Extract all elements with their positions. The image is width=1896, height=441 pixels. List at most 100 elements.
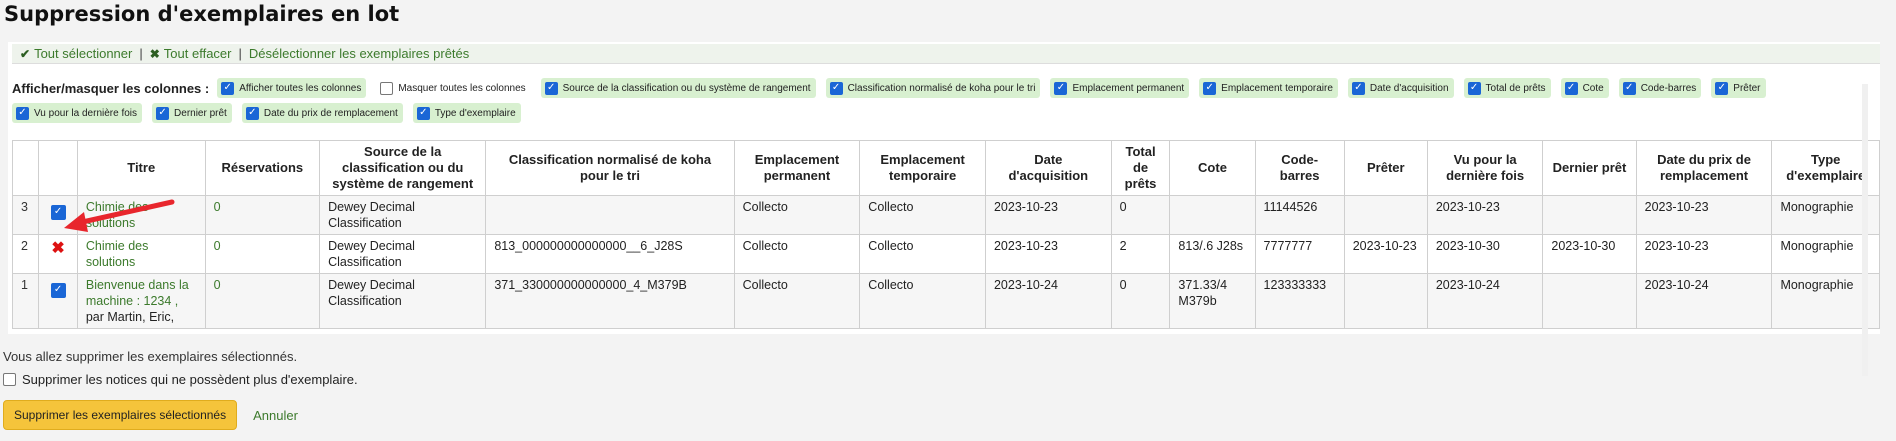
column-toggle-checkbox[interactable]: ✓	[245, 106, 259, 120]
column-toggle-checkbox[interactable]: ✓	[829, 81, 843, 95]
row-checkbox[interactable]: ✓	[50, 282, 66, 298]
column-toggle-checkbox[interactable]	[380, 81, 394, 95]
cell-seen: 2023-10-24	[1426, 273, 1544, 329]
column-toggle-checkbox[interactable]: ✓	[544, 81, 558, 95]
column-toggle-checkbox[interactable]: ✓	[1467, 81, 1481, 95]
cell-reservations[interactable]: 0	[204, 234, 321, 274]
column-toggle-chip[interactable]: ✓ Prêter	[1711, 78, 1766, 98]
delete-records-checkbox[interactable]	[3, 373, 16, 386]
cell-reservations[interactable]: 0	[204, 195, 321, 235]
column-toggle-bar: Afficher/masquer les colonnes : ✓ Affiche…	[12, 78, 1880, 123]
cell-temp: Collecto	[859, 234, 986, 274]
cell-perm: Collecto	[733, 273, 861, 329]
column-toggle-checkbox[interactable]: ✓	[221, 81, 235, 95]
column-toggle-chip[interactable]: ✓ Emplacement permanent	[1050, 78, 1190, 98]
column-header[interactable]: Emplacement temporaire	[859, 140, 986, 196]
column-toggle-text: Classification normalisé de koha pour le…	[847, 82, 1036, 94]
column-toggle-chip[interactable]: ✓ Dernier prêt	[152, 103, 232, 123]
column-toggle-chip[interactable]: ✓ Code-barres	[1618, 78, 1702, 98]
column-header[interactable]: Réservations	[204, 140, 321, 196]
column-header[interactable]: Cote	[1169, 140, 1256, 196]
column-toggle-chip[interactable]: ✓ Afficher toutes les colonnes	[217, 78, 367, 98]
column-toggle-chip[interactable]: ✓ Date du prix de remplacement	[241, 103, 403, 123]
clear-all-link[interactable]: ✖ Tout effacer	[150, 46, 232, 61]
column-toggle-chip[interactable]: ✓ Emplacement temporaire	[1199, 78, 1338, 98]
column-toggle-chip[interactable]: ✓ Type d'exemplaire	[412, 103, 521, 123]
column-header[interactable]: Date d'acquisition	[984, 140, 1112, 196]
title-link[interactable]: Chimie des solutions	[86, 200, 149, 230]
header-blank	[11, 140, 40, 196]
cell-reservations[interactable]: 0	[204, 273, 321, 329]
cell-loaned: 2023-10-23	[1343, 234, 1428, 274]
close-icon: ✖	[149, 46, 160, 61]
table-row: 1 ✓ Bienvenue dans la machine : 1234 , par …	[11, 273, 1880, 329]
column-toggle-checkbox[interactable]: ✓	[156, 106, 170, 120]
column-header[interactable]: Emplacement permanent	[733, 140, 861, 196]
column-header[interactable]: Date du prix de remplacement	[1635, 140, 1773, 196]
row-checkbox[interactable]: ✓	[50, 204, 66, 220]
column-toggle-checkbox[interactable]: ✓	[16, 106, 29, 120]
column-header[interactable]: Total de prêts	[1110, 140, 1171, 196]
column-toggle-checkbox[interactable]: ✓	[1564, 81, 1578, 95]
delete-records-option[interactable]: Supprimer les notices qui ne possèdent p…	[3, 372, 358, 387]
cell-seen: 2023-10-23	[1426, 195, 1544, 235]
column-toggle-text: Emplacement temporaire	[1221, 82, 1333, 94]
table-header-row: Titre Réservations Source de la classifica…	[11, 140, 1880, 196]
cell-last-loan	[1542, 273, 1637, 329]
column-toggle-chip[interactable]: Masquer toutes les colonnes	[376, 78, 530, 98]
column-toggle-checkbox[interactable]: ✓	[1054, 81, 1068, 95]
clear-all-label: Tout effacer	[163, 46, 232, 61]
cancel-link[interactable]: Annuler	[253, 408, 298, 423]
cell-issues: 2	[1110, 234, 1171, 274]
column-toggle-label: Afficher/masquer les colonnes :	[12, 80, 210, 96]
cell-source: Dewey Decimal Classification	[319, 234, 487, 274]
column-toggle-chip[interactable]: ✓ Total de prêts	[1463, 78, 1551, 98]
row-number: 1	[11, 273, 40, 329]
column-toggle-text: Vu pour la dernière fois	[34, 107, 138, 119]
column-toggle-text: Cote	[1582, 82, 1604, 94]
column-toggle-text: Type d'exemplaire	[434, 107, 516, 119]
cell-seen: 2023-10-30	[1426, 234, 1544, 274]
cell-repl-date: 2023-10-24	[1635, 273, 1773, 329]
check-icon: ✔	[20, 46, 31, 61]
column-toggle-chip[interactable]: ✓ Source de la classification ou du systè…	[540, 78, 816, 98]
column-toggle-checkbox[interactable]: ✓	[1203, 81, 1217, 95]
selection-toolbar: ✔ Tout sélectionner | ✖ Tout effacer | D…	[12, 44, 1880, 64]
column-toggle-checkbox[interactable]: ✓	[1715, 81, 1729, 95]
column-header[interactable]: Code-barres	[1254, 140, 1345, 196]
cell-repl-date: 2023-10-23	[1635, 234, 1773, 274]
column-header[interactable]: Titre	[76, 140, 206, 196]
column-header[interactable]: Vu pour la dernière fois	[1426, 140, 1544, 196]
column-toggle-text: Date d'acquisition	[1369, 82, 1449, 94]
select-all-label: Tout sélectionner	[34, 46, 133, 61]
delete-items-button[interactable]: Supprimer les exemplaires sélectionnés	[3, 400, 238, 430]
deselect-loaned-link[interactable]: Désélectionner les exemplaires prêtés	[249, 46, 469, 61]
column-toggle-text: Dernier prêt	[174, 107, 227, 119]
column-toggle-chip[interactable]: ✓ Cote	[1560, 78, 1609, 98]
column-toggle-checkbox[interactable]: ✓	[1622, 81, 1636, 95]
column-toggle-checkbox[interactable]: ✓	[1351, 81, 1365, 95]
table-row: 2 ✖ Chimie des solutions 0 Dewey Decimal Cla…	[11, 234, 1880, 274]
separator: |	[139, 46, 143, 61]
scrollbar[interactable]	[1862, 84, 1868, 376]
column-header[interactable]: Prêter	[1343, 140, 1428, 196]
column-header[interactable]: Classification normalisé de koha pour le…	[485, 140, 735, 196]
select-all-link[interactable]: ✔ Tout sélectionner	[20, 46, 132, 61]
author: par Martin, Eric,	[85, 310, 175, 324]
cell-temp: Collecto	[859, 195, 986, 235]
title-link[interactable]: Bienvenue dans la machine : 1234 ,	[86, 278, 189, 308]
column-toggle-chip[interactable]: ✓ Date d'acquisition	[1347, 78, 1454, 98]
column-toggle-checkbox[interactable]: ✓	[416, 106, 430, 120]
column-toggle-chip[interactable]: ✓ Classification normalisé de koha pour l…	[825, 78, 1041, 98]
title-cell: Chimie des solutions	[76, 234, 206, 274]
column-header[interactable]: Dernier prêt	[1542, 140, 1637, 196]
separator: |	[238, 46, 242, 61]
cell-loaned	[1343, 195, 1428, 235]
title-link[interactable]: Chimie des solutions	[86, 239, 149, 269]
column-header[interactable]: Source de la classification ou du systèm…	[319, 140, 487, 196]
cell-barcode: 123333333	[1254, 273, 1345, 329]
not-deletable-icon: ✖	[51, 240, 65, 257]
column-toggle-chip[interactable]: ✓ Vu pour la dernière fois	[12, 103, 143, 123]
cell-acq: 2023-10-24	[984, 273, 1112, 329]
title-cell: Chimie des solutions	[76, 195, 206, 235]
